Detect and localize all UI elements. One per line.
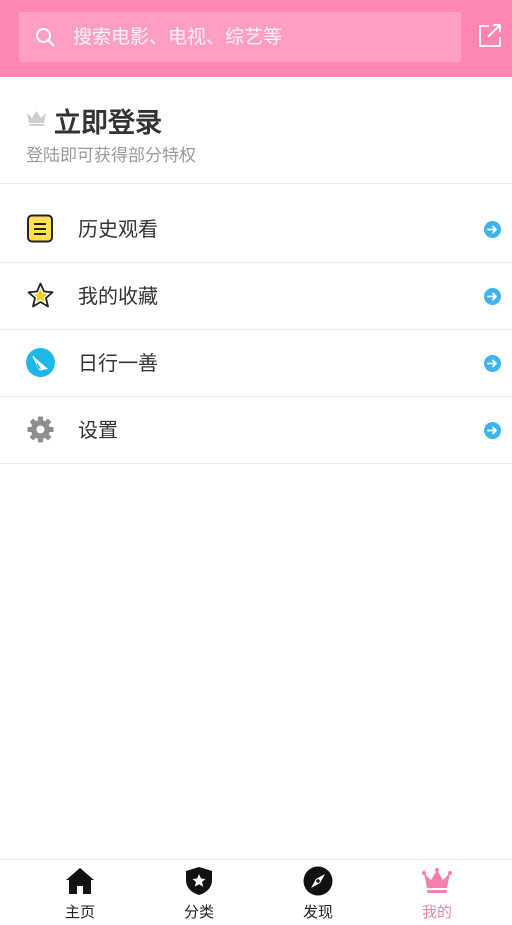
paper-plane-icon (26, 348, 55, 377)
search-placeholder: 搜索电影、电视、综艺等 (73, 26, 283, 48)
compass-icon (303, 866, 333, 896)
menu-item-label: 历史观看 (78, 217, 158, 241)
bottom-tab-bar: 主页 分类 发现 我的 (0, 859, 512, 925)
home-icon (66, 868, 94, 894)
shield-star-icon (186, 867, 212, 895)
login-title[interactable]: 立即登录 (54, 101, 162, 140)
history-list-icon (27, 214, 53, 243)
search-bar[interactable]: 搜索电影、电视、综艺等 (19, 12, 461, 62)
arrow-right-icon (484, 355, 501, 372)
tab-label: 主页 (64, 903, 95, 921)
menu-item-label: 日行一善 (78, 351, 158, 375)
tab-home[interactable]: 主页 (16, 860, 144, 925)
top-header: 搜索电影、电视、综艺等 (0, 0, 512, 77)
arrow-right-icon (484, 422, 501, 439)
menu-item-label: 我的收藏 (78, 284, 158, 308)
login-section[interactable]: 立即登录 登陆即可获得部分特权 (0, 77, 512, 184)
arrow-right-icon (484, 221, 501, 238)
crown-icon (27, 111, 46, 126)
star-icon (27, 282, 54, 308)
share-icon[interactable] (478, 23, 502, 48)
arrow-right-icon (484, 288, 501, 305)
login-subtitle: 登陆即可获得部分特权 (26, 146, 196, 166)
menu-item-history[interactable]: 历史观看 (0, 196, 512, 263)
menu-item-label: 设置 (78, 418, 118, 442)
tab-category[interactable]: 分类 (135, 860, 263, 925)
menu-list: 历史观看 我的收藏 日行一善 设置 (0, 196, 512, 464)
crown-icon (422, 868, 452, 893)
menu-item-favorites[interactable]: 我的收藏 (0, 263, 512, 330)
tab-label: 发现 (302, 903, 333, 921)
menu-item-settings[interactable]: 设置 (0, 397, 512, 464)
tab-discover[interactable]: 发现 (254, 860, 382, 925)
tab-label: 我的 (421, 903, 452, 921)
menu-item-charity[interactable]: 日行一善 (0, 330, 512, 397)
tab-label: 分类 (183, 903, 214, 921)
tab-mine[interactable]: 我的 (373, 860, 501, 925)
search-icon (36, 28, 55, 47)
gear-icon (27, 416, 54, 443)
